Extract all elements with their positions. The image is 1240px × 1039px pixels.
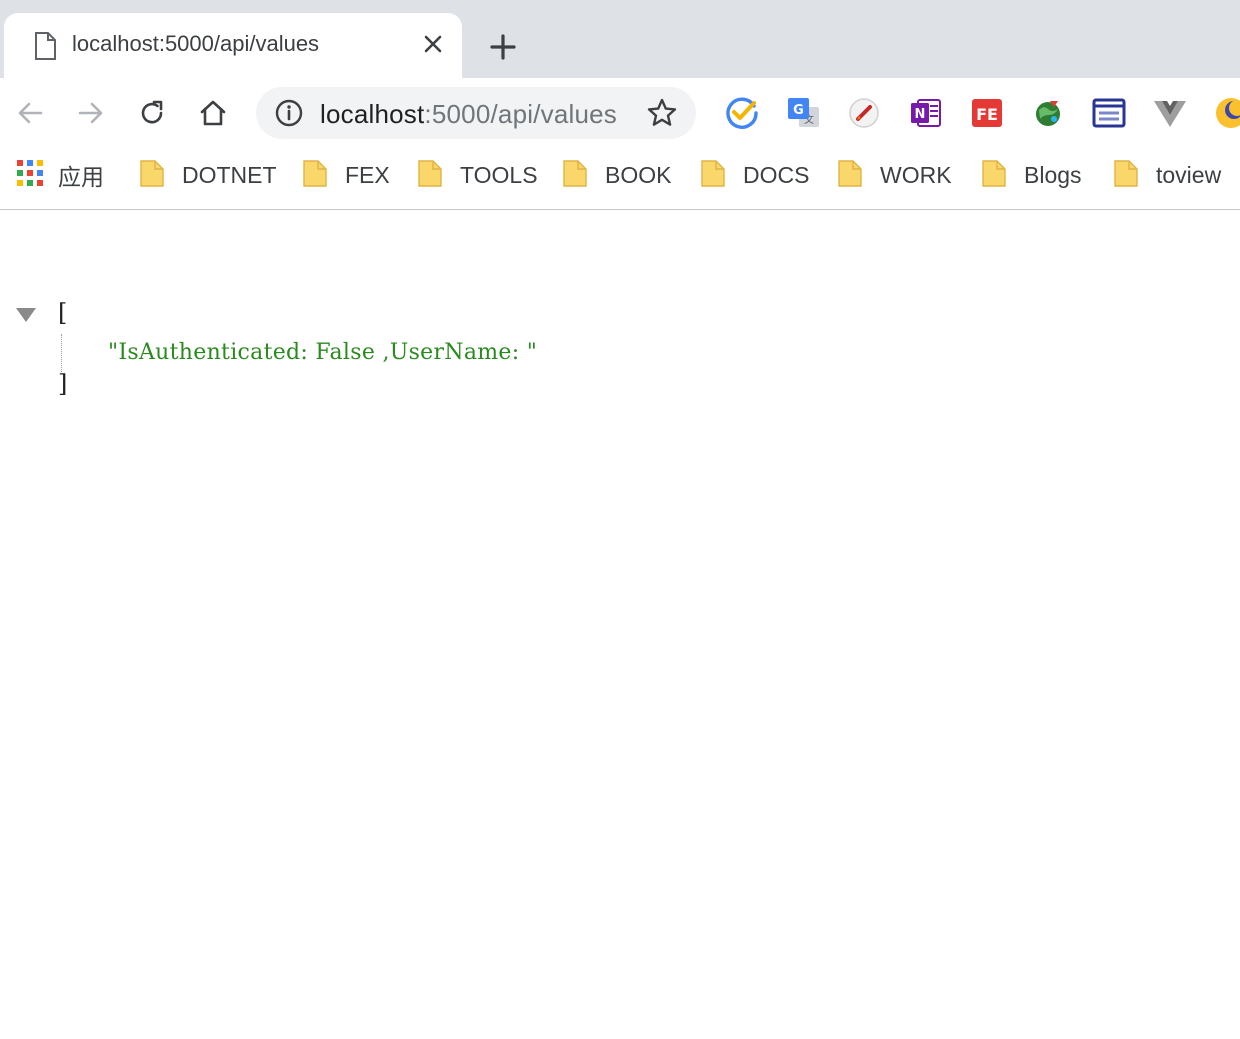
tab-strip: localhost:5000/api/values [0,0,1240,78]
folder-icon [982,158,1006,193]
folder-icon [418,158,442,193]
svg-text:N: N [915,107,926,122]
fe-extension-icon[interactable]: FE [968,94,1006,132]
bookmark-label: DOCS [743,161,810,188]
forward-arrow-icon[interactable] [71,93,111,133]
reload-icon[interactable] [132,93,172,133]
bookmark-label: TOOLS [460,161,538,188]
window-extension-icon[interactable] [1090,94,1128,132]
bookmark-label: Blogs [1024,161,1082,188]
globe-extension-icon[interactable] [1029,94,1067,132]
bookmark-star-icon[interactable] [646,97,678,129]
tab-title: localhost:5000/api/values [72,31,320,56]
document-icon [32,31,58,61]
back-arrow-icon[interactable] [10,93,50,133]
bookmark-folder-docs[interactable]: DOCS [701,158,809,192]
page-content: [ "IsAuthenticated: False ,UserName: " ] [0,210,1240,1039]
close-tab-icon[interactable] [418,29,448,59]
bookmark-label: toview [1156,161,1222,188]
tab-active[interactable]: localhost:5000/api/values [4,13,462,78]
indent-guide [61,334,62,372]
bookmark-folder-book[interactable]: BOOK [563,158,671,192]
bookmark-folder-dotnet[interactable]: DOTNET [140,158,277,192]
checkmark-extension-icon[interactable] [723,94,761,132]
apps-grid-icon [16,159,44,192]
url-path: :5000/api/values [424,99,617,129]
browser-toolbar: localhost:5000/api/values 文 G N FE [0,78,1240,148]
folder-icon [303,158,327,193]
bookmarks-bar: 应用 DOTNET FEX TOOLS BOOK DOCS WORK Blogs… [0,148,1240,210]
bookmark-label: WORK [880,161,952,188]
home-icon[interactable] [193,93,233,133]
bookmark-apps[interactable]: 应用 [16,158,104,192]
bookmark-label: 应用 [58,164,104,190]
bookmark-folder-tools[interactable]: TOOLS [418,158,538,192]
bookmark-label: FEX [345,161,390,188]
json-open-bracket: [ [58,299,68,327]
folder-icon [1114,158,1138,193]
google-translate-icon[interactable]: 文 G [784,94,822,132]
address-bar[interactable]: localhost:5000/api/values [256,87,696,139]
folder-icon [701,158,725,193]
bookmark-folder-blogs[interactable]: Blogs [982,158,1082,192]
svg-text:G: G [793,103,804,118]
moon-extension-icon[interactable] [1212,94,1240,132]
info-icon[interactable] [274,98,304,128]
bookmark-folder-toview[interactable]: toview [1114,158,1221,192]
rocket-extension-icon[interactable] [845,94,883,132]
folder-icon [838,158,862,193]
bookmark-label: DOTNET [182,161,277,188]
bookmark-folder-fex[interactable]: FEX [303,158,390,192]
onenote-icon[interactable]: N [907,94,945,132]
folder-icon [563,158,587,193]
json-close-bracket: ] [58,370,68,398]
collapse-triangle-icon[interactable] [16,308,36,322]
new-tab-icon[interactable] [486,30,520,64]
bookmark-label: BOOK [605,161,672,188]
folder-icon [140,158,164,193]
json-string-value: "IsAuthenticated: False ,UserName: " [108,340,538,365]
svg-text:FE: FE [976,105,998,124]
bookmark-folder-work[interactable]: WORK [838,158,952,192]
url-text[interactable]: localhost:5000/api/values [320,99,617,130]
vue-devtools-icon[interactable] [1151,94,1189,132]
url-host: localhost [320,99,425,129]
